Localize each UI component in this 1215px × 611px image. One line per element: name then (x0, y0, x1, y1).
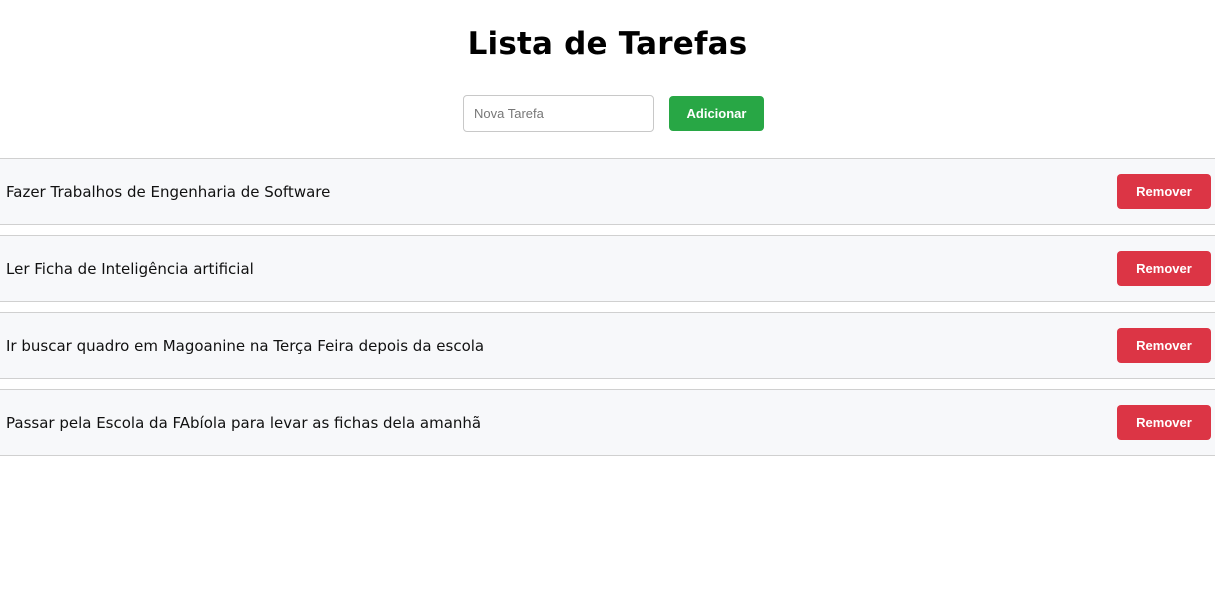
page-title: Lista de Tarefas (467, 26, 748, 62)
task-list: Fazer Trabalhos de Engenharia de Softwar… (0, 158, 1215, 466)
task-text: Passar pela Escola da FAbíola para levar… (6, 413, 482, 432)
task-item: Ler Ficha de Inteligência artificial Rem… (0, 235, 1215, 302)
remove-task-button[interactable]: Remover (1117, 328, 1211, 363)
remove-task-button[interactable]: Remover (1117, 251, 1211, 286)
task-item: Fazer Trabalhos de Engenharia de Softwar… (0, 158, 1215, 225)
todo-page: Lista de Tarefas Adicionar Fazer Trabalh… (0, 0, 1215, 611)
task-text: Ler Ficha de Inteligência artificial (6, 259, 254, 278)
add-task-form: Adicionar (463, 95, 764, 132)
task-text: Ir buscar quadro em Magoanine na Terça F… (6, 336, 485, 355)
task-item: Passar pela Escola da FAbíola para levar… (0, 389, 1215, 456)
task-text: Fazer Trabalhos de Engenharia de Softwar… (6, 182, 331, 201)
remove-task-button[interactable]: Remover (1117, 174, 1211, 209)
task-item: Ir buscar quadro em Magoanine na Terça F… (0, 312, 1215, 379)
add-task-button[interactable]: Adicionar (669, 96, 764, 131)
new-task-input[interactable] (463, 95, 654, 132)
remove-task-button[interactable]: Remover (1117, 405, 1211, 440)
